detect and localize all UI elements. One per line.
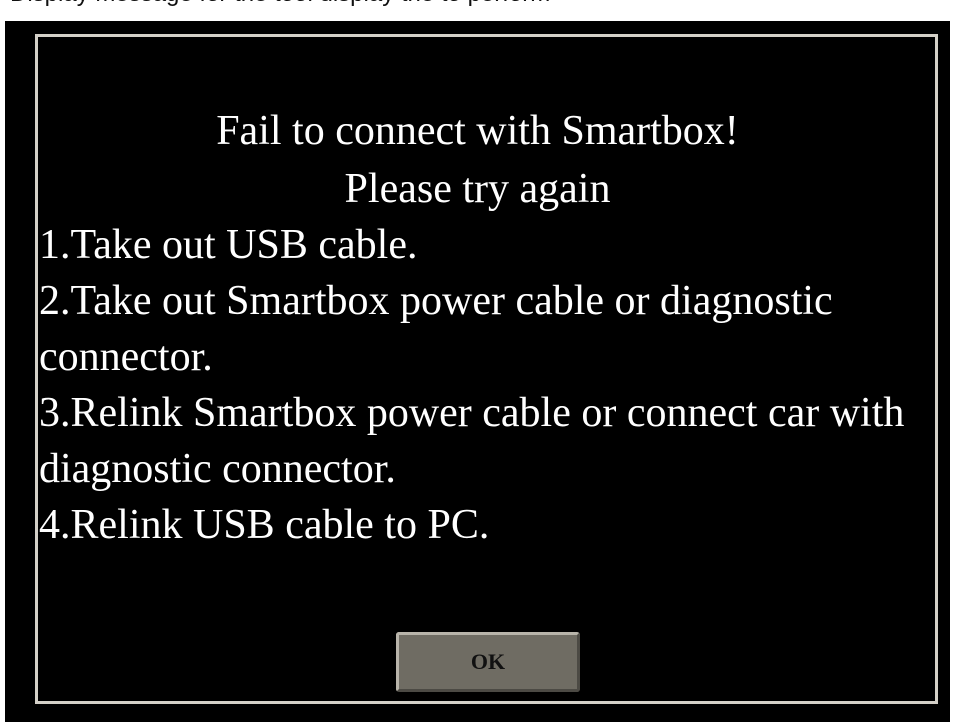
ok-button[interactable]: OK <box>396 632 580 692</box>
instruction-item: 3.Relink Smartbox power cable or connect… <box>39 390 905 492</box>
instruction-item: 2.Take out Smartbox power cable or diagn… <box>39 278 833 380</box>
instruction-item: 1.Take out USB cable. <box>39 222 418 268</box>
background-caption-text: Display message for the tool display the… <box>0 0 955 8</box>
instruction-list: 1.Take out USB cable. 2.Take out Smartbo… <box>39 217 934 553</box>
error-subtitle: Please try again <box>344 166 611 212</box>
error-title: Fail to connect with Smartbox! <box>216 108 739 154</box>
error-dialog: Fail to connect with Smartbox! Please tr… <box>5 21 950 722</box>
instruction-item: 4.Relink USB cable to PC. <box>39 502 490 548</box>
